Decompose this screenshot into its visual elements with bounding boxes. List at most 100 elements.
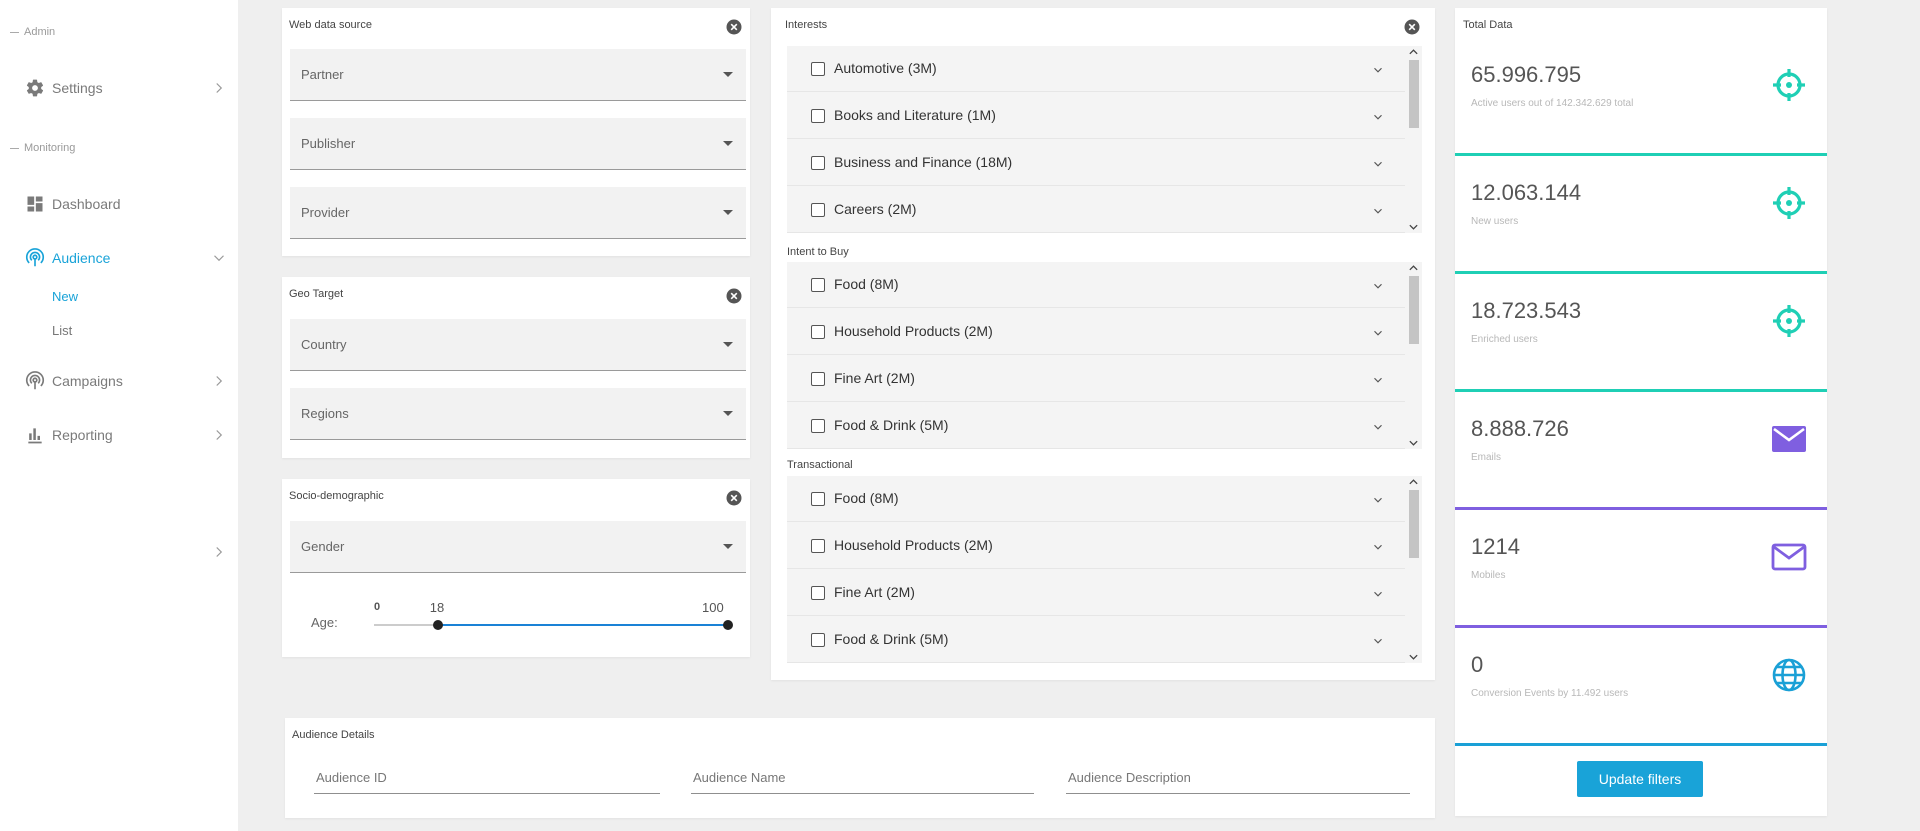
checkbox[interactable] [811,156,825,170]
close-icon[interactable] [726,288,742,304]
list-item[interactable]: Food & Drink (5M) [787,403,1405,449]
scroll-down-icon[interactable] [1408,439,1419,447]
checkbox[interactable] [811,492,825,506]
checkbox[interactable] [811,586,825,600]
chevron-down-icon[interactable] [1371,279,1385,293]
provider-select[interactable]: Provider [290,187,746,239]
chevron-down-icon [214,255,224,262]
sidebar-item-dashboard[interactable]: Dashboard [24,191,228,217]
sidebar-item-settings[interactable]: Settings [24,75,228,101]
sidebar-item-hidden[interactable] [24,539,228,565]
stat-item: 0 Conversion Events by 11.492 users [1455,628,1827,746]
checkbox[interactable] [811,109,825,123]
checkbox[interactable] [811,633,825,647]
field-placeholder: Audience ID [316,770,387,785]
scrollbar[interactable] [1405,46,1422,233]
stat-underline [1455,743,1827,746]
scrollbar-thumb[interactable] [1409,490,1419,558]
checkbox[interactable] [811,325,825,339]
list-item[interactable]: Food (8M) [787,476,1405,522]
chevron-down-icon[interactable] [1371,587,1385,601]
regions-select[interactable]: Regions [290,388,746,440]
stat-item: 8.888.726 Emails [1455,392,1827,510]
scroll-up-icon[interactable] [1408,478,1419,486]
stat-description: New users [1471,216,1519,227]
stat-item: 65.996.795 Active users out of 142.342.62… [1455,38,1827,156]
geo-target-card: Geo Target Country Regions [282,277,750,458]
card-title: Geo Target [289,288,344,300]
card-title: Total Data [1463,19,1513,31]
scrollbar-thumb[interactable] [1409,276,1419,344]
list-item[interactable]: Business and Finance (18M) [787,140,1405,186]
sidebar-subitem-new[interactable]: New [52,289,78,304]
checkbox[interactable] [811,539,825,553]
partner-select[interactable]: Partner [290,49,746,101]
close-icon[interactable] [726,19,742,35]
chevron-down-icon[interactable] [1371,420,1385,434]
chevron-right-icon [216,430,223,440]
checkbox[interactable] [811,62,825,76]
caret-down-icon [723,411,733,416]
scroll-down-icon[interactable] [1408,653,1419,661]
interests-list: Automotive (3M) Books and Literature (1M)… [787,46,1422,233]
sidebar-item-audience[interactable]: Audience [24,245,228,271]
chevron-down-icon[interactable] [1371,373,1385,387]
chevron-down-icon[interactable] [1371,63,1385,77]
publisher-select[interactable]: Publisher [290,118,746,170]
chevron-down-icon[interactable] [1371,157,1385,171]
audience-description-field[interactable]: Audience Description [1066,768,1410,794]
list-item[interactable]: Household Products (2M) [787,309,1405,355]
sidebar-item-label: Reporting [52,427,113,443]
chevron-down-icon[interactable] [1371,540,1385,554]
checkbox[interactable] [811,278,825,292]
sidebar-subitem-list[interactable]: List [52,323,72,338]
scrollbar[interactable] [1405,476,1422,663]
stat-item: 18.723.543 Enriched users [1455,274,1827,392]
close-icon[interactable] [1404,19,1420,35]
list-item[interactable]: Food & Drink (5M) [787,617,1405,663]
sidebar-item-campaigns[interactable]: Campaigns [24,368,228,394]
list-item[interactable]: Fine Art (2M) [787,570,1405,616]
stat-item: 12.063.144 New users [1455,156,1827,274]
age-slider-low-handle[interactable] [432,620,443,630]
card-title: Audience Details [292,729,375,741]
audience-name-field[interactable]: Audience Name [691,768,1034,794]
select-label: Publisher [301,136,356,151]
list-item[interactable]: Household Products (2M) [787,523,1405,569]
list-item-label: Fine Art (2M) [834,370,915,386]
stat-value: 12.063.144 [1471,180,1582,205]
update-filters-button[interactable]: Update filters [1577,761,1703,797]
chevron-down-icon[interactable] [1371,110,1385,124]
chevron-right-icon [216,547,223,557]
list-item[interactable]: Food (8M) [787,262,1405,308]
bar-chart-icon [24,424,46,446]
scroll-down-icon[interactable] [1408,223,1419,231]
list-item[interactable]: Fine Art (2M) [787,356,1405,402]
chevron-down-icon[interactable] [1371,326,1385,340]
checkbox[interactable] [811,419,825,433]
list-item[interactable]: Automotive (3M) [787,46,1405,92]
list-item[interactable]: Careers (2M) [787,187,1405,233]
chevron-down-icon[interactable] [1371,634,1385,648]
sidebar-item-reporting[interactable]: Reporting [24,422,228,448]
chevron-down-icon[interactable] [1371,493,1385,507]
chevron-down-icon[interactable] [1371,204,1385,218]
checkbox[interactable] [811,372,825,386]
list-item-label: Automotive (3M) [834,60,937,76]
list-item-label: Household Products (2M) [834,323,993,339]
gender-select[interactable]: Gender [290,521,746,573]
scroll-up-icon[interactable] [1408,264,1419,272]
list-item[interactable]: Books and Literature (1M) [787,93,1405,139]
scroll-up-icon[interactable] [1408,48,1419,56]
scrollbar-thumb[interactable] [1409,60,1419,128]
checkbox[interactable] [811,203,825,217]
scrollbar[interactable] [1405,262,1422,449]
list-title: Transactional [787,459,853,471]
close-icon[interactable] [726,490,742,506]
select-label: Regions [301,406,349,421]
audience-id-field[interactable]: Audience ID [314,768,660,794]
chevron-right-icon [216,83,223,93]
target-icon [1769,183,1809,223]
country-select[interactable]: Country [290,319,746,371]
age-slider-high-handle[interactable] [723,620,733,630]
